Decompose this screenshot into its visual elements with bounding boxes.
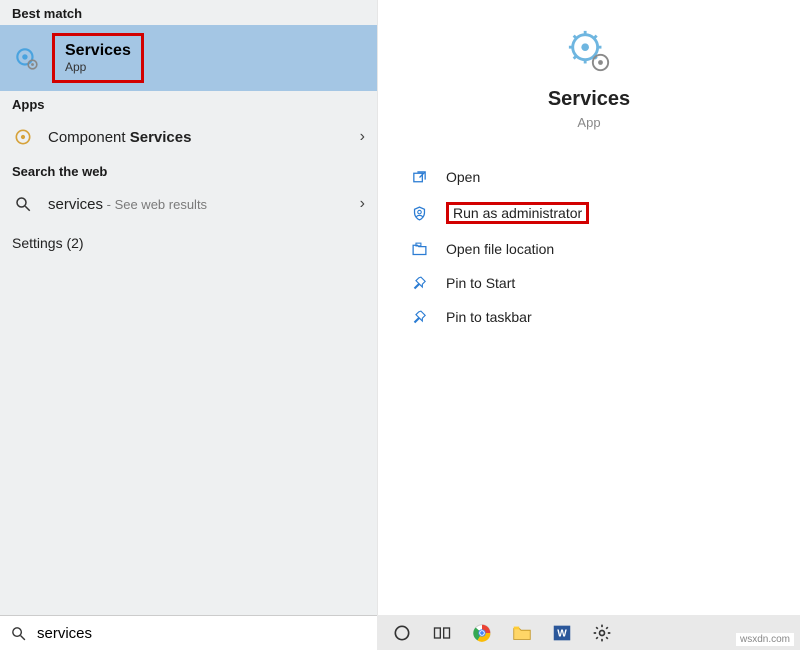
chevron-right-icon: › — [360, 128, 365, 146]
action-label: Open — [446, 169, 480, 185]
action-run-as-administrator[interactable]: Run as administrator — [406, 194, 772, 232]
action-label: Open file location — [446, 241, 554, 257]
pin-icon — [410, 274, 428, 292]
search-bar — [0, 615, 377, 650]
component-services-icon — [12, 126, 34, 148]
chevron-right-icon: › — [360, 195, 365, 213]
folder-icon — [410, 240, 428, 258]
open-icon — [410, 168, 428, 186]
action-list: Open Run as administrator Open file loca… — [378, 140, 800, 334]
svg-text:W: W — [557, 628, 567, 639]
admin-shield-icon — [410, 204, 428, 222]
detail-subtitle: App — [378, 115, 800, 130]
action-open-file-location[interactable]: Open file location — [406, 232, 772, 266]
word-icon[interactable]: W — [549, 620, 575, 646]
web-result-label: services - See web results — [48, 196, 346, 213]
search-icon — [12, 193, 34, 215]
settings-gear-icon[interactable] — [589, 620, 615, 646]
apps-result-component-services[interactable]: Component Services › — [0, 116, 377, 158]
watermark: wsxdn.com — [736, 633, 794, 646]
services-large-gear-icon — [566, 28, 612, 74]
services-gear-icon — [12, 44, 40, 72]
best-match-header: Best match — [0, 0, 377, 25]
best-match-item[interactable]: Services App — [0, 25, 377, 91]
settings-result[interactable]: Settings (2) — [0, 225, 377, 261]
best-match-title: Services — [65, 42, 131, 60]
run-admin-highlight: Run as administrator — [446, 202, 589, 224]
chrome-icon[interactable] — [469, 620, 495, 646]
file-explorer-icon[interactable] — [509, 620, 535, 646]
action-pin-to-taskbar[interactable]: Pin to taskbar — [406, 300, 772, 334]
search-icon — [10, 625, 27, 642]
detail-panel: Services App Open Run as administrator — [377, 0, 800, 615]
action-pin-to-start[interactable]: Pin to Start — [406, 266, 772, 300]
apps-header: Apps — [0, 91, 377, 116]
best-match-subtitle: App — [65, 60, 131, 74]
pin-icon — [410, 308, 428, 326]
search-results-panel: Best match Services App Apps Component S… — [0, 0, 377, 615]
search-web-header: Search the web — [0, 158, 377, 183]
action-open[interactable]: Open — [406, 160, 772, 194]
best-match-highlight: Services App — [52, 33, 144, 83]
action-label: Pin to taskbar — [446, 309, 532, 325]
action-label: Run as administrator — [453, 205, 582, 221]
web-result-services[interactable]: services - See web results › — [0, 183, 377, 225]
cortana-icon[interactable] — [389, 620, 415, 646]
detail-title: Services — [378, 88, 800, 111]
apps-result-label: Component Services — [48, 129, 346, 146]
action-label: Pin to Start — [446, 275, 515, 291]
task-view-icon[interactable] — [429, 620, 455, 646]
search-input[interactable] — [37, 625, 367, 642]
